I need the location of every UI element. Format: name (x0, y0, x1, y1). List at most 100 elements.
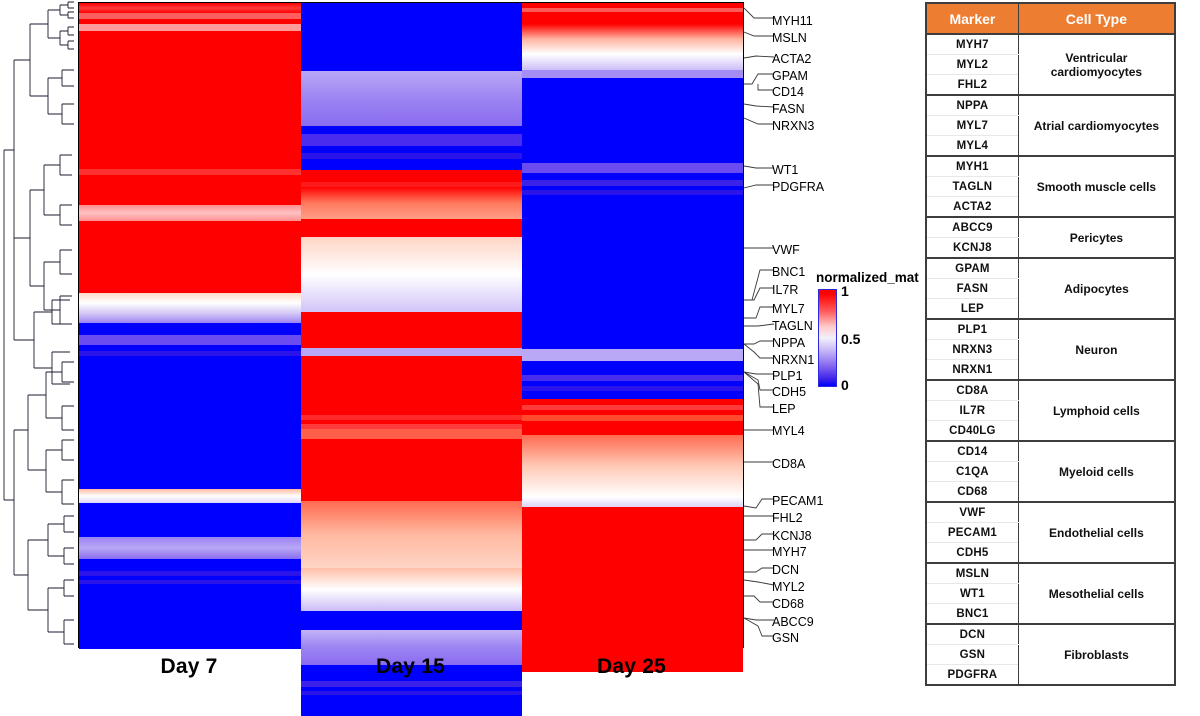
marker-celltype-table: Marker Cell Type MYH7 Ventricular cardio… (925, 2, 1176, 686)
celltype-cell: Mesothelial cells (1017, 562, 1176, 625)
heatmap-column-day25 (522, 3, 743, 672)
marker-cell: CDH5 (925, 542, 1019, 564)
marker-cell: LEP (925, 298, 1019, 320)
marker-cell: TAGLN (925, 176, 1019, 197)
celltype-cell: Endothelial cells (1017, 501, 1176, 564)
marker-cell: NRXN3 (925, 339, 1019, 360)
table-header-marker: Marker (925, 2, 1019, 35)
gene-label-pdgfra: PDGFRA (772, 180, 825, 194)
celltype-cell: Adipocytes (1017, 257, 1176, 320)
colorbar-legend: normalized_mat 1 0.5 0 (816, 270, 936, 393)
gene-label-bnc1: BNC1 (772, 265, 806, 279)
heatmap-column-day15 (301, 3, 522, 716)
marker-cell: PECAM1 (925, 522, 1019, 543)
gene-label-gsn: GSN (772, 631, 800, 645)
table-header-row: Marker Cell Type (925, 2, 1176, 35)
marker-cell: NPPA (925, 94, 1019, 116)
gene-label-myl7: MYL7 (772, 302, 805, 316)
column-label-day7: Day 7 (160, 655, 218, 678)
colorbar-tick-1: 1 (841, 283, 849, 299)
celltype-cell: Ventricular cardiomyocytes (1017, 33, 1176, 96)
table-row: NPPA Atrial cardiomyocytes (925, 94, 1176, 157)
heatmap-column-day7 (79, 3, 301, 649)
gene-label-myl2: MYL2 (772, 580, 805, 594)
table-row: PLP1 Neuron (925, 318, 1176, 381)
marker-cell: PDGFRA (925, 664, 1019, 686)
marker-cell: IL7R (925, 400, 1019, 421)
table-row: ABCC9 Pericytes (925, 216, 1176, 259)
gene-label-nrxn1: NRXN1 (772, 353, 815, 367)
marker-cell: DCN (925, 623, 1019, 645)
marker-cell: WT1 (925, 583, 1019, 604)
celltype-cell: Fibroblasts (1017, 623, 1176, 686)
marker-cell: VWF (925, 501, 1019, 523)
marker-cell: GSN (925, 644, 1019, 665)
marker-cell: ABCC9 (925, 216, 1019, 238)
gene-label-myh11: MYH11 (772, 14, 813, 28)
marker-cell: KCNJ8 (925, 237, 1019, 259)
marker-cell: FASN (925, 278, 1019, 299)
marker-cell: CD8A (925, 379, 1019, 401)
marker-cell: NRXN1 (925, 359, 1019, 381)
colorbar-tick-0: 0 (841, 377, 849, 393)
celltype-cell: Neuron (1017, 318, 1176, 381)
marker-cell: ACTA2 (925, 196, 1019, 218)
celltype-cell: Lymphoid cells (1017, 379, 1176, 442)
table-row: VWF Endothelial cells (925, 501, 1176, 564)
gene-label-wt1: WT1 (772, 163, 799, 177)
marker-cell: C1QA (925, 461, 1019, 482)
table-row: CD8A Lymphoid cells (925, 379, 1176, 442)
gene-label-nrxn3: NRXN3 (772, 119, 815, 133)
gene-label-fhl2: FHL2 (772, 511, 803, 525)
column-label-day15: Day 15 (376, 655, 445, 678)
gene-label-il7r: IL7R (772, 283, 799, 297)
gene-label-abcc9: ABCC9 (772, 615, 814, 629)
gene-label-cd8a: CD8A (772, 457, 806, 471)
marker-cell: MYH1 (925, 155, 1019, 177)
marker-cell: CD68 (925, 481, 1019, 503)
marker-cell: MYL4 (925, 135, 1019, 157)
celltype-cell: Pericytes (1017, 216, 1176, 259)
table-row: DCN Fibroblasts (925, 623, 1176, 686)
marker-cell: BNC1 (925, 603, 1019, 625)
gene-label-acta2: ACTA2 (772, 52, 812, 66)
marker-cell: PLP1 (925, 318, 1019, 340)
gene-label-cdh5: CDH5 (772, 385, 807, 399)
gene-label-nppa: NPPA (772, 336, 806, 350)
gene-label-lep: LEP (772, 402, 796, 416)
table-row: GPAM Adipocytes (925, 257, 1176, 320)
gene-label-myl4: MYL4 (772, 424, 805, 438)
gene-label-vwf: VWF (772, 243, 800, 257)
table-row: MSLN Mesothelial cells (925, 562, 1176, 625)
marker-cell: MSLN (925, 562, 1019, 584)
column-label-day25: Day 25 (597, 655, 666, 678)
marker-cell: MYL2 (925, 54, 1019, 75)
figure-canvas: Day 7 Day 15 Day 25 MYH11 MSLN ACTA2 GPA… (0, 0, 1200, 716)
marker-cell: MYL7 (925, 115, 1019, 136)
gene-label-dcn: DCN (772, 563, 800, 577)
gene-label-msln: MSLN (772, 31, 807, 45)
marker-cell: GPAM (925, 257, 1019, 279)
celltype-cell: Myeloid cells (1017, 440, 1176, 503)
legend-title: normalized_mat (816, 270, 919, 285)
gene-label-cd68: CD68 (772, 597, 804, 611)
row-dendrogram (3, 1, 74, 645)
table-row: MYH7 Ventricular cardiomyocytes (925, 33, 1176, 96)
marker-cell: CD40LG (925, 420, 1019, 442)
gene-label-myh7: MYH7 (772, 545, 807, 559)
gene-label-pecam1: PECAM1 (772, 494, 824, 508)
gene-label-tagln: TAGLN (772, 319, 813, 333)
table-header-celltype: Cell Type (1017, 2, 1176, 35)
celltype-cell: Atrial cardiomyocytes (1017, 94, 1176, 157)
table-row: MYH1 Smooth muscle cells (925, 155, 1176, 218)
marker-cell: MYH7 (925, 33, 1019, 55)
gene-label-fasn: FASN (772, 102, 805, 116)
table-row: CD14 Myeloid cells (925, 440, 1176, 503)
heatmap-matrix (78, 2, 744, 716)
celltype-cell: Smooth muscle cells (1017, 155, 1176, 218)
gene-label-gpam: GPAM (772, 69, 808, 83)
gene-label-kcnj8: KCNJ8 (772, 529, 812, 543)
marker-cell: CD14 (925, 440, 1019, 462)
colorbar-tick-0-5: 0.5 (841, 331, 861, 347)
marker-cell: FHL2 (925, 74, 1019, 96)
